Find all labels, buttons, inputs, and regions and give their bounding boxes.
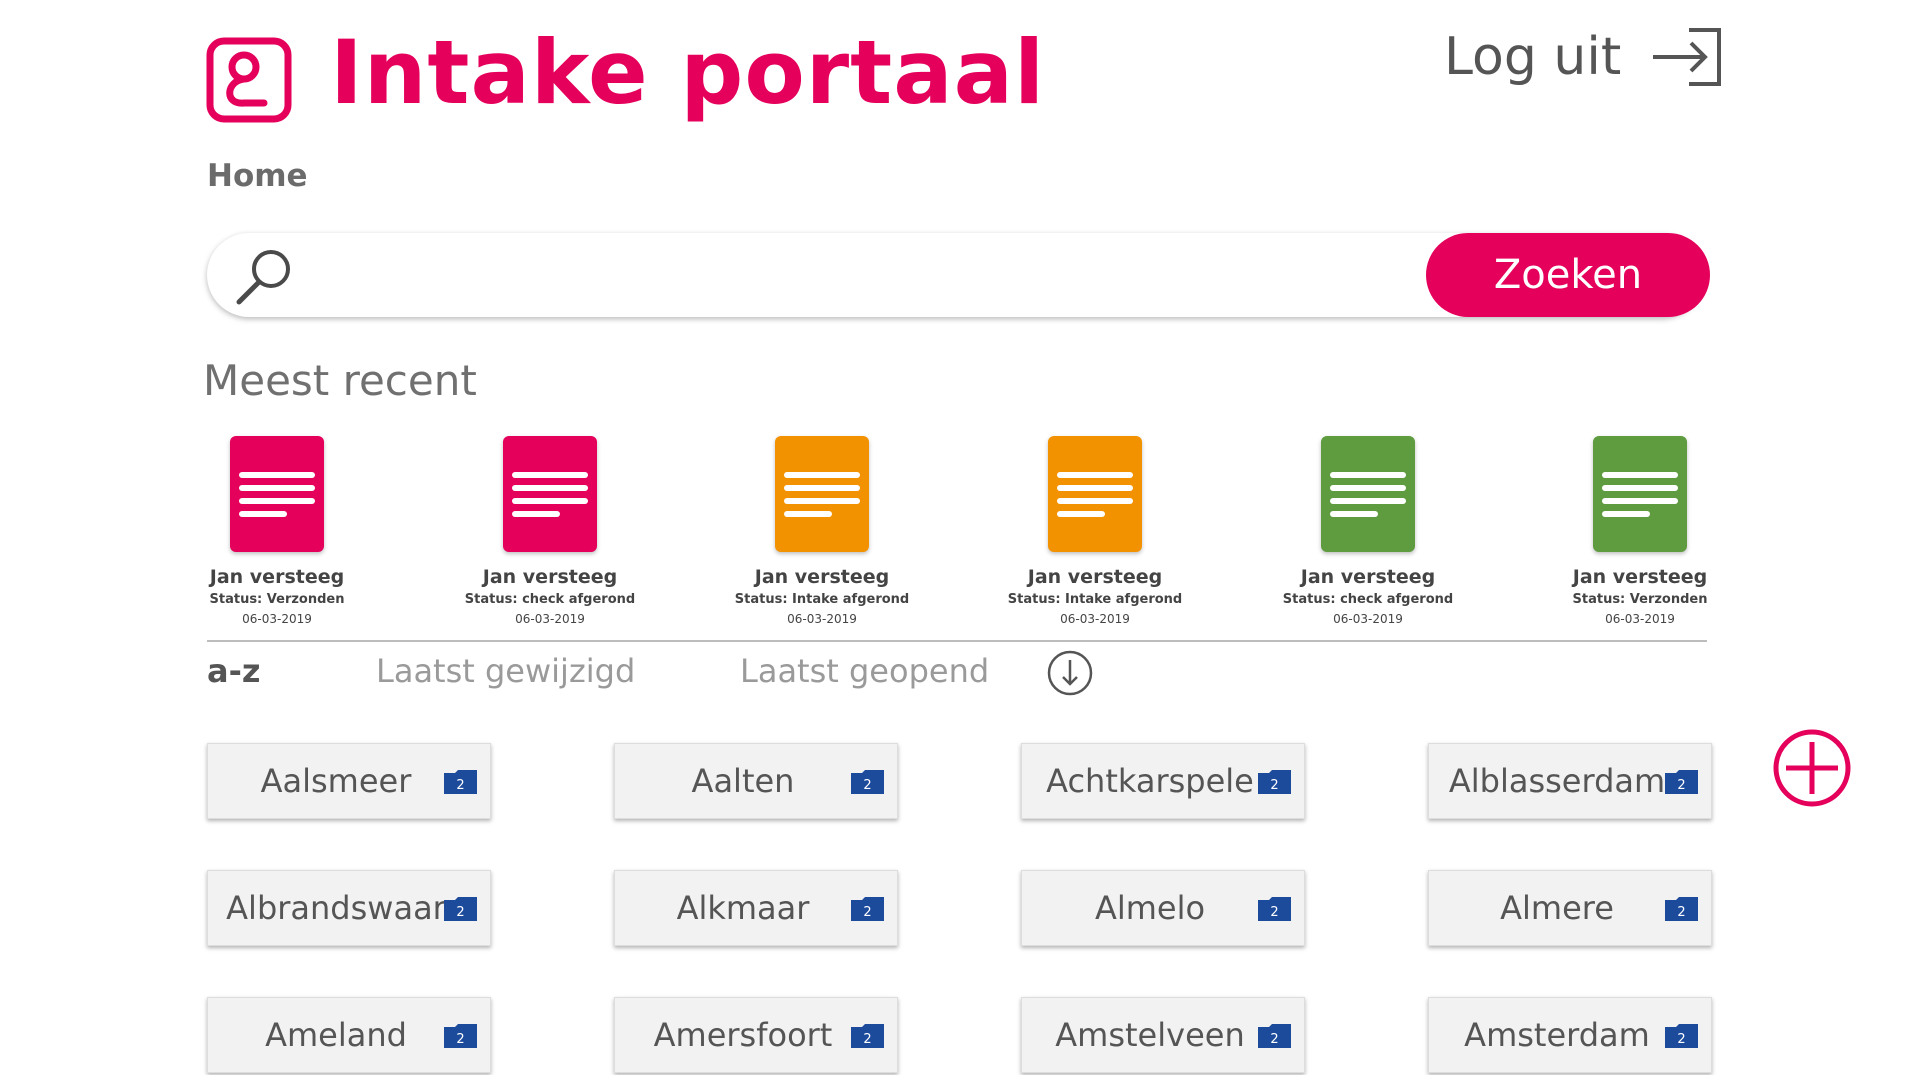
folder-icon: 2 [851, 770, 884, 794]
municipality-card[interactable]: Albrandswaar 2 [207, 870, 491, 946]
recent-item-status: Status: Intake afgerond [734, 592, 910, 607]
recent-item-date: 06-03-2019 [1060, 612, 1130, 626]
folder-icon: 2 [444, 770, 477, 794]
recent-item-name: Jan versteeg [754, 566, 890, 588]
recent-item-status: Status: Intake afgerond [1007, 592, 1183, 607]
municipality-card[interactable]: Amsterdam 2 [1428, 997, 1712, 1073]
folder-count: 2 [863, 905, 871, 920]
folder-count: 2 [863, 1032, 871, 1047]
folder-icon: 2 [444, 897, 477, 921]
municipality-name: Amersfoort [653, 1016, 833, 1054]
document-icon [230, 436, 324, 552]
folder-icon: 2 [1258, 770, 1291, 794]
folder-count: 2 [1677, 1032, 1685, 1047]
municipality-card[interactable]: Amersfoort 2 [614, 997, 898, 1073]
logout-button[interactable]: Log uit [1444, 22, 1725, 92]
recent-section-title: Meest recent [203, 356, 477, 405]
municipality-card[interactable]: Alblasserdam 2 [1428, 743, 1712, 819]
folder-icon: 2 [851, 1024, 884, 1048]
recent-item-status: Status: Verzonden [209, 592, 345, 607]
logo-icon [206, 37, 292, 123]
folder-count: 2 [456, 778, 464, 793]
document-icon [1593, 436, 1687, 552]
municipality-name: Alblasserdam [1448, 762, 1666, 800]
municipality-name: Achtkarspele [1046, 762, 1254, 800]
recent-item[interactable]: Jan versteeg Status: Intake afgerond 06-03… [975, 436, 1215, 626]
municipality-card[interactable]: Aalsmeer 2 [207, 743, 491, 819]
folder-icon: 2 [1258, 897, 1291, 921]
folder-count: 2 [456, 1032, 464, 1047]
folder-count: 2 [1677, 905, 1685, 920]
folder-icon: 2 [1258, 1024, 1291, 1048]
folder-icon: 2 [444, 1024, 477, 1048]
recent-item[interactable]: Jan versteeg Status: check afgerond 06-03-… [430, 436, 670, 626]
search-icon [236, 250, 290, 305]
folder-count: 2 [1270, 905, 1278, 920]
sort-tab-last-opened[interactable]: Laatst geopend [740, 652, 989, 690]
folder-count: 2 [1677, 778, 1685, 793]
recent-item-date: 06-03-2019 [1605, 612, 1675, 626]
folder-count: 2 [1270, 1032, 1278, 1047]
sort-tab-last-modified[interactable]: Laatst gewijzigd [376, 652, 635, 690]
municipality-name: Almelo [1094, 889, 1206, 927]
recent-item-date: 06-03-2019 [1333, 612, 1403, 626]
divider [207, 640, 1707, 642]
recent-item-status: Status: Verzonden [1572, 592, 1708, 607]
logout-label: Log uit [1444, 27, 1622, 87]
app-title: Intake portaal [330, 21, 1046, 124]
folder-icon: 2 [1665, 1024, 1698, 1048]
document-icon [1048, 436, 1142, 552]
folder-icon: 2 [1665, 770, 1698, 794]
document-icon [1321, 436, 1415, 552]
search-input[interactable] [317, 247, 1521, 305]
document-icon [775, 436, 869, 552]
logout-arrow-icon [1653, 28, 1722, 86]
municipality-name: Ameland [265, 1016, 407, 1054]
municipality-card[interactable]: Achtkarspele 2 [1021, 743, 1305, 819]
arrow-down-circle-icon[interactable] [1046, 649, 1094, 697]
recent-item[interactable]: Jan versteeg Status: Intake afgerond 06-03… [702, 436, 942, 626]
municipality-name: Almere [1500, 889, 1614, 927]
recent-item-status: Status: check afgerond [464, 592, 636, 607]
municipality-card[interactable]: Ameland 2 [207, 997, 491, 1073]
municipality-name: Albrandswaar [226, 889, 446, 927]
municipality-card[interactable]: Amstelveen 2 [1021, 997, 1305, 1073]
recent-item-name: Jan versteeg [1027, 566, 1163, 588]
recent-item-date: 06-03-2019 [787, 612, 857, 626]
search-button[interactable]: Zoeken [1426, 233, 1710, 317]
recent-item-status: Status: check afgerond [1282, 592, 1454, 607]
municipality-name: Alkmaar [676, 889, 810, 927]
recent-item-date: 06-03-2019 [242, 612, 312, 626]
recent-item[interactable]: Jan versteeg Status: Verzonden 06-03-2019 [1520, 436, 1760, 626]
recent-item-name: Jan versteeg [482, 566, 618, 588]
municipality-card[interactable]: Almelo 2 [1021, 870, 1305, 946]
recent-item-name: Jan versteeg [1572, 566, 1708, 588]
plus-circle-icon[interactable] [1772, 728, 1852, 808]
municipality-name: Amstelveen [1055, 1016, 1245, 1054]
municipality-card[interactable]: Aalten 2 [614, 743, 898, 819]
recent-item[interactable]: Jan versteeg Status: Verzonden 06-03-2019 [157, 436, 397, 626]
recent-item[interactable]: Jan versteeg Status: check afgerond 06-03-… [1248, 436, 1488, 626]
recent-item-date: 06-03-2019 [515, 612, 585, 626]
folder-icon: 2 [1665, 897, 1698, 921]
recent-item-name: Jan versteeg [209, 566, 345, 588]
recent-item-name: Jan versteeg [1300, 566, 1436, 588]
folder-count: 2 [863, 778, 871, 793]
folder-icon: 2 [851, 897, 884, 921]
municipality-name: Aalsmeer [260, 762, 412, 800]
folder-count: 2 [1270, 778, 1278, 793]
breadcrumb-home[interactable]: Home [207, 158, 308, 194]
document-icon [503, 436, 597, 552]
sort-tab-a-z[interactable]: a-z [207, 652, 261, 690]
municipality-card[interactable]: Alkmaar 2 [614, 870, 898, 946]
folder-count: 2 [456, 905, 464, 920]
municipality-card[interactable]: Almere 2 [1428, 870, 1712, 946]
municipality-name: Amsterdam [1464, 1016, 1650, 1054]
municipality-name: Aalten [691, 762, 795, 800]
